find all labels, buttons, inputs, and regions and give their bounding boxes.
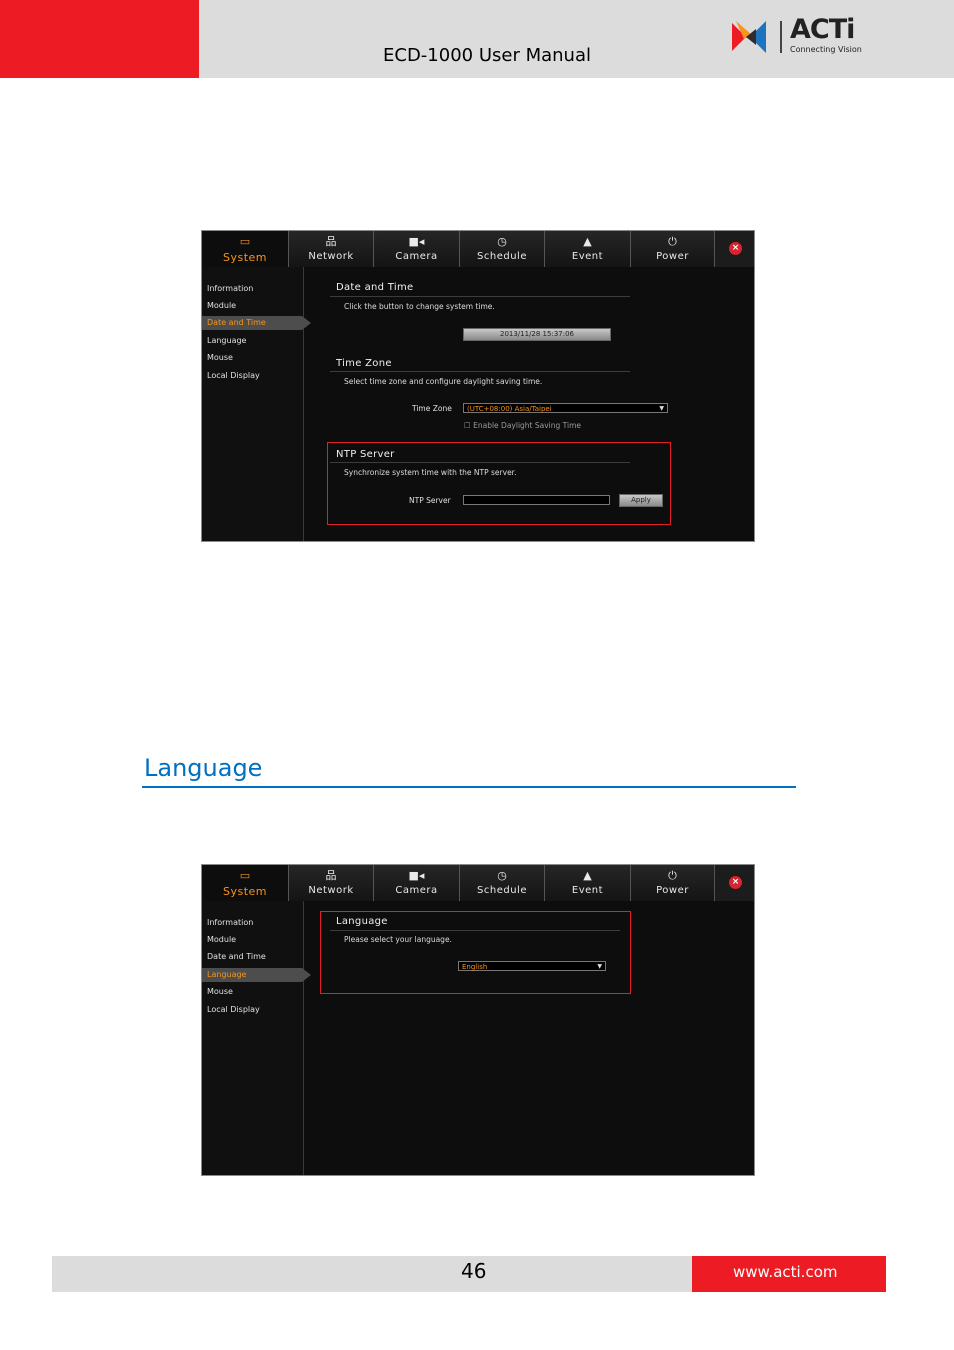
sidebar-item-information[interactable]: Information: [207, 284, 253, 293]
tab-system[interactable]: ▭ System: [202, 231, 288, 267]
chevron-down-icon: ▼: [597, 963, 602, 970]
tab-event[interactable]: ▲ Event: [544, 231, 630, 267]
ntp-server-input[interactable]: [463, 495, 610, 505]
page-number: 46: [461, 1259, 487, 1283]
language-title: Language: [336, 916, 388, 927]
clock-icon: ◷: [497, 869, 507, 882]
camera-icon: ■◂: [408, 869, 425, 882]
close-icon[interactable]: ×: [729, 876, 742, 889]
network-icon: 品: [325, 235, 337, 248]
sidebar-item-language[interactable]: Language: [207, 336, 246, 345]
top-menu-bar: ▭ System 品 Network ■◂ Camera ◷ Schedule …: [202, 865, 754, 901]
language-desc: Please select your language.: [344, 935, 452, 944]
clock-icon: ◷: [497, 235, 507, 248]
ntp-desc: Synchronize system time with the NTP ser…: [344, 468, 517, 477]
tab-event[interactable]: ▲ Event: [544, 865, 630, 901]
dst-checkbox-row[interactable]: ☐ Enable Daylight Saving Time: [464, 421, 581, 430]
network-icon: 品: [325, 869, 337, 882]
date-time-title: Date and Time: [336, 282, 414, 293]
power-icon: ⏻: [668, 869, 677, 882]
sidebar-item-module[interactable]: Module: [207, 301, 236, 310]
logo-tagline: Connecting Vision: [790, 45, 862, 54]
tab-network[interactable]: 品 Network: [288, 865, 373, 901]
section-divider: [330, 371, 630, 372]
warning-icon: ▲: [583, 235, 592, 248]
warning-icon: ▲: [583, 869, 592, 882]
section-heading: Language: [144, 754, 263, 782]
tab-power[interactable]: ⏻ Power: [630, 231, 715, 267]
sidebar-item-local-display[interactable]: Local Display: [207, 371, 260, 380]
website-link[interactable]: www.acti.com: [733, 1263, 838, 1281]
tab-power[interactable]: ⏻ Power: [630, 865, 715, 901]
tab-camera[interactable]: ■◂ Camera: [373, 231, 459, 267]
top-menu-bar: ▭ System 品 Network ■◂ Camera ◷ Schedule …: [202, 231, 754, 267]
power-icon: ⏻: [668, 235, 677, 248]
time-zone-desc: Select time zone and configure daylight …: [344, 377, 543, 386]
sidebar-item-mouse[interactable]: Mouse: [207, 987, 233, 996]
sidebar-item-date-and-time[interactable]: Date and Time: [207, 952, 266, 961]
sidebar-selection-arrow: [302, 316, 311, 330]
sidebar-item-language[interactable]: Language: [207, 970, 246, 979]
sidebar-item-local-display[interactable]: Local Display: [207, 1005, 260, 1014]
footer-bar: [52, 1256, 692, 1292]
time-zone-title: Time Zone: [336, 358, 392, 369]
nvr-ui-datetime-screenshot: ▭ System 品 Network ■◂ Camera ◷ Schedule …: [201, 230, 755, 542]
sidebar-item-mouse[interactable]: Mouse: [207, 353, 233, 362]
sidebar-item-date-and-time[interactable]: Date and Time: [207, 318, 266, 327]
logo-text: ACTi: [790, 14, 855, 45]
close-icon[interactable]: ×: [729, 242, 742, 255]
tab-schedule[interactable]: ◷ Schedule: [459, 231, 544, 267]
chevron-down-icon: ▼: [659, 405, 664, 412]
tab-system[interactable]: ▭ System: [202, 865, 288, 901]
sidebar: Information Module Date and Time Languag…: [202, 267, 311, 541]
header-red-block: [0, 0, 199, 78]
section-divider: [330, 296, 630, 297]
sidebar-selection-arrow: [302, 968, 311, 982]
ntp-title: NTP Server: [336, 449, 395, 460]
ntp-server-label: NTP Server: [409, 496, 451, 505]
section-divider: [330, 930, 620, 931]
time-zone-label: Time Zone: [412, 404, 452, 413]
system-time-button[interactable]: 2013/11/28 15:37:06: [463, 328, 611, 341]
heading-rule: [142, 786, 796, 788]
monitor-icon: ▭: [239, 869, 251, 882]
camera-icon: ■◂: [408, 235, 425, 248]
language-select[interactable]: English ▼: [458, 961, 606, 971]
manual-title: ECD-1000 User Manual: [383, 45, 591, 66]
date-time-desc: Click the button to change system time.: [344, 302, 495, 311]
sidebar-item-information[interactable]: Information: [207, 918, 253, 927]
apply-button[interactable]: Apply: [619, 494, 663, 507]
checkbox-icon: ☐: [464, 421, 471, 430]
tab-network[interactable]: 品 Network: [288, 231, 373, 267]
tab-schedule[interactable]: ◷ Schedule: [459, 865, 544, 901]
monitor-icon: ▭: [239, 235, 251, 248]
time-zone-select[interactable]: (UTC+08:00) Asia/Taipei ▼: [463, 403, 668, 413]
section-divider: [330, 462, 630, 463]
sidebar: Information Module Date and Time Languag…: [202, 901, 311, 1175]
nvr-ui-language-screenshot: ▭ System 品 Network ■◂ Camera ◷ Schedule …: [201, 864, 755, 1176]
tab-camera[interactable]: ■◂ Camera: [373, 865, 459, 901]
sidebar-item-module[interactable]: Module: [207, 935, 236, 944]
